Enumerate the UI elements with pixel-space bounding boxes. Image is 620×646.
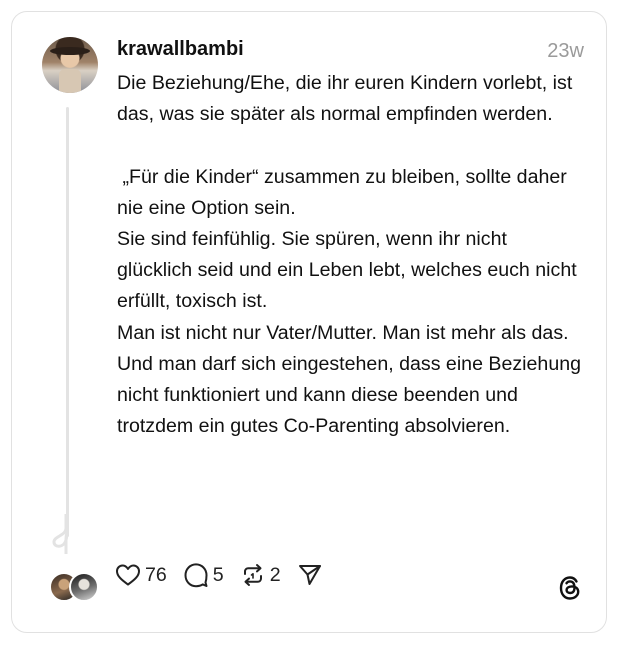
- comment-icon: [184, 563, 208, 588]
- repost-count: 2: [269, 563, 281, 586]
- reply-count: 5: [212, 563, 224, 586]
- author-username[interactable]: krawallbambi: [117, 38, 244, 61]
- thread-line: [66, 107, 69, 537]
- like-count: 76: [145, 563, 167, 586]
- action-bar: 76 5 2: [115, 561, 339, 589]
- reply-avatar: [69, 572, 99, 602]
- thread-loop-icon: [52, 514, 69, 554]
- repost-icon: [243, 564, 262, 586]
- threads-logo-icon[interactable]: [557, 575, 583, 601]
- reply-button[interactable]: 5: [183, 562, 224, 588]
- post-body: Die Beziehung/Ehe, die ihr euren Kindern…: [117, 72, 582, 438]
- author-avatar[interactable]: [42, 37, 98, 93]
- post-timestamp: 23w: [547, 40, 584, 62]
- repost-button[interactable]: 2: [240, 562, 281, 588]
- share-button[interactable]: [297, 562, 323, 588]
- reply-avatars[interactable]: [49, 572, 101, 602]
- heart-icon: [116, 564, 140, 586]
- send-icon: [298, 565, 321, 585]
- like-button[interactable]: 76: [115, 563, 167, 587]
